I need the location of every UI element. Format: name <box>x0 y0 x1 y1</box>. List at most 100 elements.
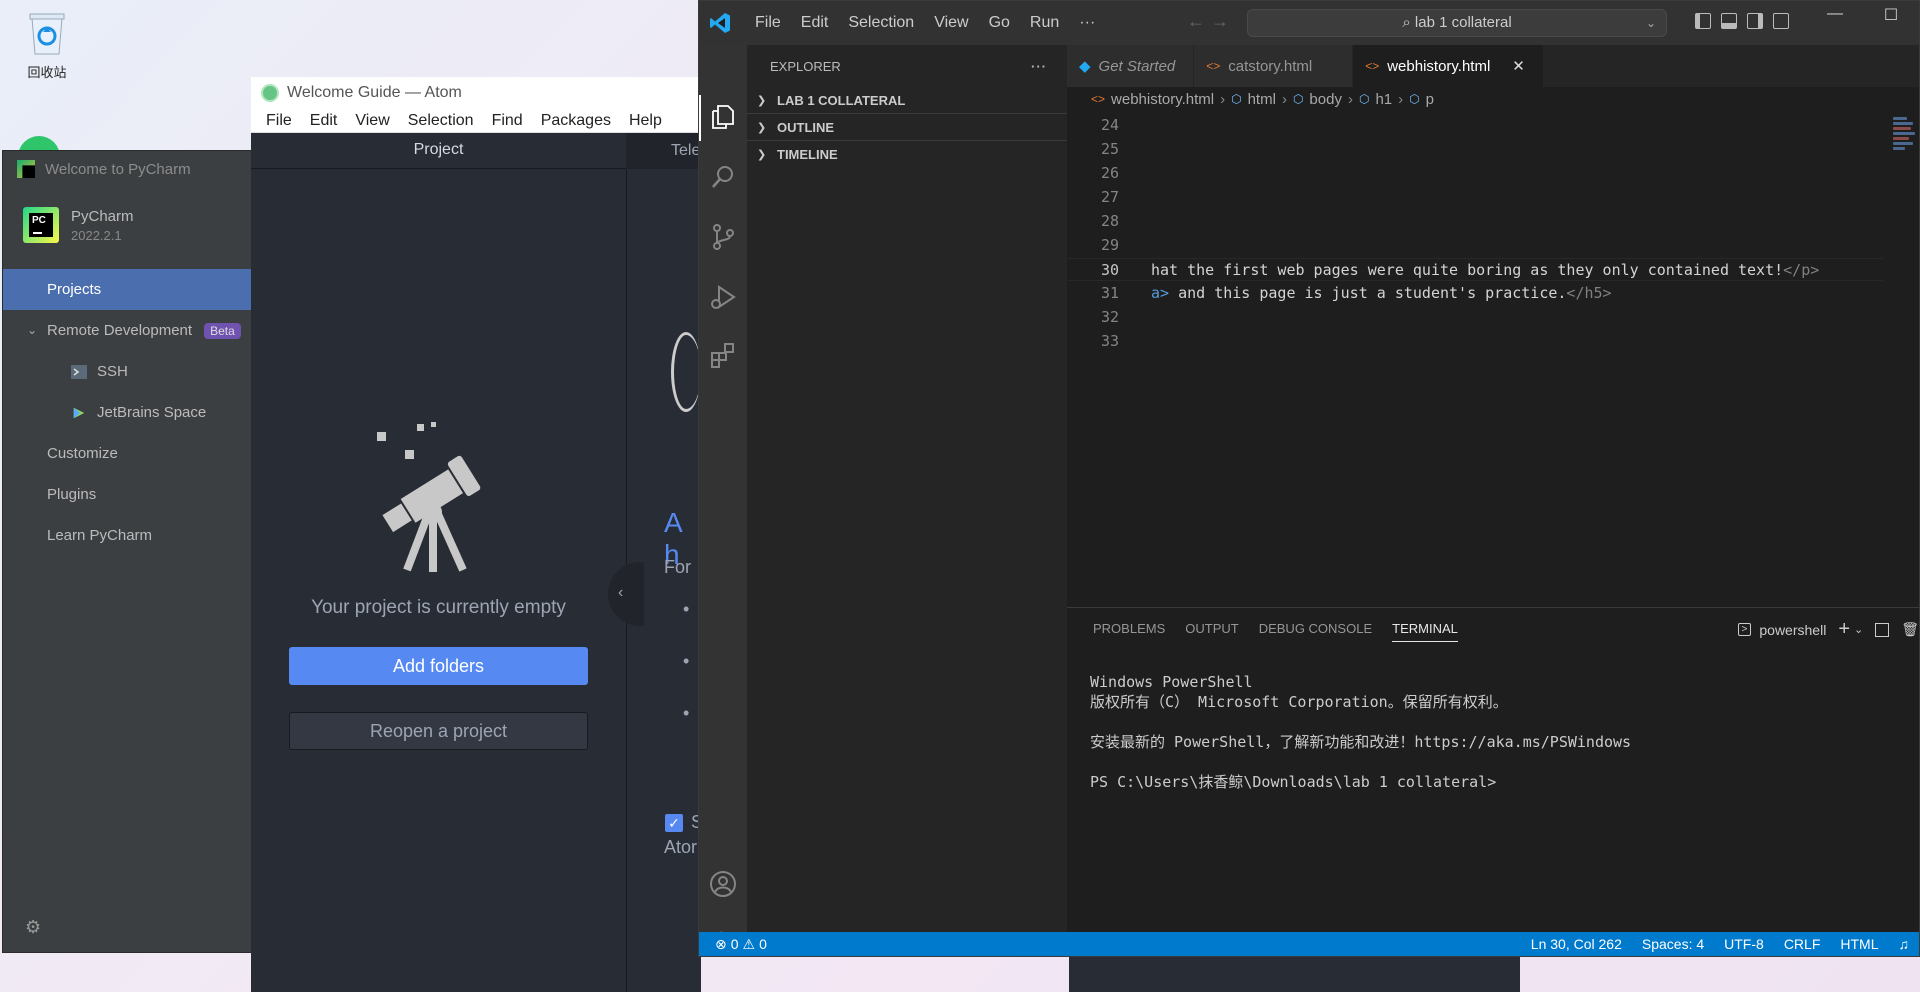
customize-layout-icon[interactable] <box>1773 13 1789 29</box>
split-terminal-icon[interactable] <box>1875 622 1890 637</box>
terminal-output[interactable]: Windows PowerShell 版权所有（C） Microsoft Corp… <box>1090 672 1631 792</box>
minimap-line <box>1893 122 1913 125</box>
code-line: 26 <box>1067 162 1883 185</box>
run-debug-icon[interactable] <box>709 283 737 311</box>
minimap[interactable] <box>1889 115 1919 225</box>
tab-webhistory[interactable]: <> webhistory.html ✕ <box>1353 45 1544 87</box>
show-on-startup-checkbox[interactable]: ✓ <box>665 814 683 832</box>
trash-icon[interactable]: 🗑 <box>1901 621 1919 638</box>
breadcrumb-p[interactable]: p <box>1426 91 1434 108</box>
explorer-icon[interactable] <box>709 103 737 131</box>
breadcrumb-html[interactable]: html <box>1248 91 1276 108</box>
source-control-icon[interactable] <box>709 223 737 251</box>
nav-item-ssh-label: SSH <box>97 363 128 380</box>
minimap-line <box>1893 147 1905 150</box>
atom-menu-selection[interactable]: Selection <box>399 112 483 130</box>
minimize-icon[interactable]: — <box>1807 5 1863 25</box>
section-timeline[interactable]: ❯ TIMELINE <box>747 141 1067 168</box>
vscode-menubar: File Edit Selection View Go Run ··· <box>745 14 1105 32</box>
chevron-down-icon[interactable]: ⌄ <box>1854 623 1863 636</box>
nav-item-customize[interactable]: Customize <box>3 433 251 474</box>
html-file-icon: <> <box>1206 59 1221 73</box>
code-line: 25 <box>1067 138 1883 161</box>
reopen-project-button[interactable]: Reopen a project <box>289 712 588 750</box>
vscode-window: File Edit Selection View Go Run ··· ←→ ⌕… <box>698 0 1920 957</box>
atom-menu-find[interactable]: Find <box>483 112 532 130</box>
end-of-line[interactable]: CRLF <box>1784 936 1821 952</box>
atom-menu-help[interactable]: Help <box>620 112 671 130</box>
new-terminal-icon[interactable]: + <box>1838 618 1850 641</box>
toggle-panel-icon[interactable] <box>1721 13 1737 29</box>
code-content: and this page is just a student's practi… <box>1169 284 1567 302</box>
atom-logo-icon <box>261 84 279 102</box>
editor-area: ◆ Get Started <> catstory.html <> webhis… <box>1067 45 1919 607</box>
editor-tabs: ◆ Get Started <> catstory.html <> webhis… <box>1067 45 1919 87</box>
nav-item-remote-development[interactable]: ⌄ Remote Development Beta <box>3 310 251 351</box>
status-right: Ln 30, Col 262 Spaces: 4 UTF-8 CRLF HTML… <box>1531 936 1919 952</box>
toggle-secondary-sidebar-icon[interactable] <box>1747 13 1763 29</box>
section-folder[interactable]: ❯ LAB 1 COLLATERAL <box>747 87 1067 114</box>
atom-menu-view[interactable]: View <box>346 112 398 130</box>
atom-menu-file[interactable]: File <box>257 112 301 130</box>
bullet-2: • <box>683 651 690 671</box>
more-actions-icon[interactable]: ··· <box>1031 59 1047 87</box>
command-center[interactable]: ⌕ lab 1 collateral ⌄ <box>1247 9 1667 37</box>
recycle-bin-desktop-icon[interactable]: 回收站 <box>14 6 80 81</box>
tab-debug-console[interactable]: DEBUG CONSOLE <box>1253 608 1386 650</box>
language-mode[interactable]: HTML <box>1840 936 1878 952</box>
menu-run[interactable]: Run <box>1020 14 1069 32</box>
tab-terminal[interactable]: TERMINAL <box>1386 608 1472 650</box>
nav-item-projects[interactable]: Projects <box>3 269 251 310</box>
code-editor[interactable]: 24 25 26 27 28 29 30 hat the first web p… <box>1067 114 1883 607</box>
menu-selection[interactable]: Selection <box>838 14 924 32</box>
accounts-icon[interactable] <box>709 870 737 898</box>
telescope-icon <box>377 422 481 572</box>
problems-status[interactable]: ⊗ 0 ⚠ 0 <box>699 936 767 953</box>
pycharm-titlebar[interactable]: Welcome to PyCharm <box>3 151 251 187</box>
nav-item-plugins[interactable]: Plugins <box>3 474 251 515</box>
extensions-icon[interactable] <box>709 341 737 369</box>
encoding[interactable]: UTF-8 <box>1724 936 1764 952</box>
explorer-sidebar: EXPLORER ··· ❯ LAB 1 COLLATERAL ❯ OUTLINE … <box>747 45 1067 932</box>
element-icon: ⬡ <box>1292 92 1304 106</box>
tab-catstory[interactable]: <> catstory.html <box>1194 45 1354 87</box>
terminal-icon <box>71 364 87 379</box>
tab-problems[interactable]: PROBLEMS <box>1087 608 1179 650</box>
breadcrumb-h1[interactable]: h1 <box>1375 91 1392 108</box>
layout-controls <box>1695 13 1789 29</box>
atom-telemetry-tab[interactable]: Tele <box>626 133 701 169</box>
terminal-line: 安装最新的 PowerShell，了解新功能和改进！https://aka.ms… <box>1090 733 1632 751</box>
toggle-primary-sidebar-icon[interactable] <box>1695 13 1711 29</box>
close-tab-icon[interactable]: ✕ <box>1512 57 1525 75</box>
back-arrow-icon[interactable]: ← <box>1187 11 1211 31</box>
breadcrumb-file[interactable]: webhistory.html <box>1111 91 1214 108</box>
section-outline[interactable]: ❯ OUTLINE <box>747 114 1067 141</box>
atom-titlebar[interactable]: Welcome Guide — Atom <box>251 77 701 109</box>
atom-menu-packages[interactable]: Packages <box>532 112 620 130</box>
terminal-shell-selector[interactable]: > powershell <box>1737 622 1826 638</box>
nav-item-jetbrains-space[interactable]: JetBrains Space <box>3 392 251 433</box>
tab-get-started[interactable]: ◆ Get Started <box>1067 45 1195 87</box>
menu-go[interactable]: Go <box>979 14 1020 32</box>
cursor-position[interactable]: Ln 30, Col 262 <box>1531 936 1622 952</box>
breadcrumb-body[interactable]: body <box>1309 91 1342 108</box>
menu-edit[interactable]: Edit <box>791 14 839 32</box>
atom-menu-edit[interactable]: Edit <box>301 112 347 130</box>
indentation[interactable]: Spaces: 4 <box>1642 936 1704 952</box>
nav-item-ssh[interactable]: SSH <box>3 351 251 392</box>
maximize-icon[interactable]: ☐ <box>1863 5 1919 25</box>
notifications-icon[interactable]: ♫ <box>1899 936 1910 952</box>
menu-more[interactable]: ··· <box>1069 14 1105 32</box>
add-folders-button[interactable]: Add folders <box>289 647 588 685</box>
menu-file[interactable]: File <box>745 14 791 32</box>
gear-icon[interactable]: ⚙ <box>25 917 41 938</box>
nav-item-learn[interactable]: Learn PyCharm <box>3 515 251 556</box>
forward-arrow-icon[interactable]: → <box>1211 11 1235 31</box>
menu-view[interactable]: View <box>924 14 978 32</box>
tab-output[interactable]: OUTPUT <box>1179 608 1252 650</box>
active-indicator <box>699 95 701 141</box>
search-icon[interactable] <box>709 163 737 191</box>
nav-item-plugins-label: Plugins <box>47 486 97 503</box>
explorer-header: EXPLORER ··· <box>747 45 1067 87</box>
